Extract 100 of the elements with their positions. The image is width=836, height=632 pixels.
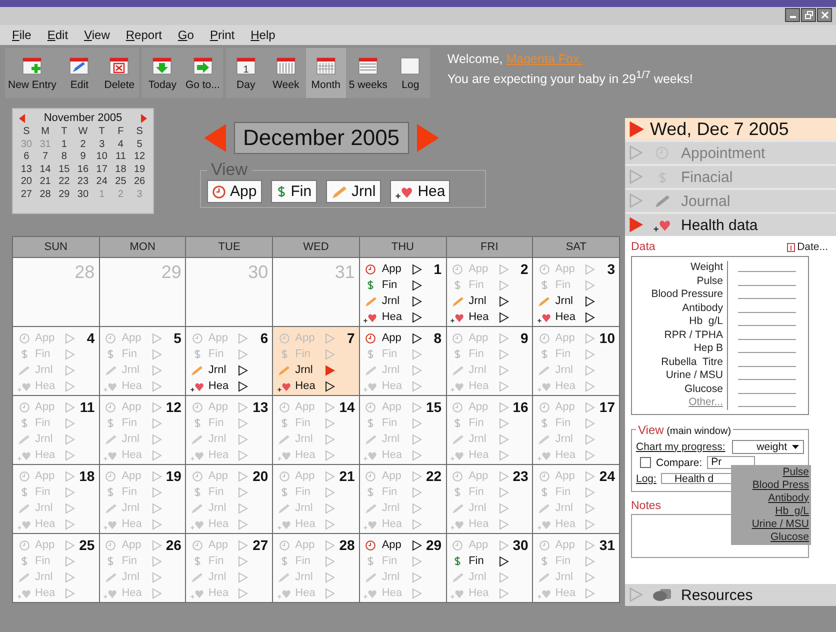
entry-label[interactable]: Fin: [468, 486, 496, 498]
day-cell[interactable]: App Fin Jrnl Hea 29: [360, 534, 446, 602]
entry-label[interactable]: Fin: [208, 486, 236, 498]
day-cell[interactable]: App Fin Jrnl Hea 8: [360, 327, 446, 395]
day-cell[interactable]: 31: [273, 258, 359, 326]
triangle-icon[interactable]: [238, 380, 248, 392]
entry-label[interactable]: Fin: [122, 555, 149, 567]
entry-label[interactable]: App: [122, 332, 149, 344]
entry-label[interactable]: App: [468, 263, 496, 275]
entry-label[interactable]: App: [468, 401, 496, 413]
entry-label[interactable]: Hea: [468, 380, 496, 392]
entry-label[interactable]: Fin: [382, 279, 409, 291]
entry-label[interactable]: Fin: [555, 486, 582, 498]
entry-label[interactable]: Fin: [208, 555, 236, 567]
toolbar-button[interactable]: Today: [142, 48, 182, 98]
next-month-icon[interactable]: [141, 114, 147, 122]
entry-label[interactable]: Fin: [208, 417, 236, 429]
entry-label[interactable]: Fin: [382, 486, 409, 498]
entry-label[interactable]: Hea: [122, 587, 149, 599]
triangle-icon[interactable]: [412, 264, 422, 274]
day-cell[interactable]: App Fin Jrnl Hea 6: [186, 327, 272, 395]
entry-label[interactable]: Jrnl: [382, 433, 409, 445]
entry-label[interactable]: Hea: [35, 380, 62, 392]
entry-label[interactable]: Fin: [35, 555, 62, 567]
toolbar-button[interactable]: Delete: [99, 48, 140, 98]
toolbar-button[interactable]: Week: [266, 48, 306, 98]
day-cell[interactable]: App Fin Jrnl Hea 12: [100, 396, 186, 464]
menu-item[interactable]: Report: [120, 28, 168, 42]
entry-label[interactable]: Jrnl: [295, 433, 322, 445]
entry-label[interactable]: Fin: [555, 348, 582, 360]
entry-label[interactable]: Fin: [295, 486, 322, 498]
triangle-icon[interactable]: [412, 280, 422, 290]
entry-label[interactable]: App: [35, 332, 62, 344]
menu-item[interactable]: Edit: [41, 28, 74, 42]
mini-calendar-day[interactable]: 16: [74, 164, 92, 176]
entry-label[interactable]: Jrnl: [35, 433, 62, 445]
toolbar-button[interactable]: Log: [390, 48, 430, 98]
entry-label[interactable]: Jrnl: [35, 502, 62, 514]
entry-label[interactable]: App: [295, 401, 322, 413]
menu-item[interactable]: Help: [244, 28, 282, 42]
restore-button[interactable]: [801, 8, 816, 22]
day-cell[interactable]: 30: [186, 258, 272, 326]
day-cell[interactable]: App Fin Jrnl Hea 9: [446, 327, 532, 395]
entry-label[interactable]: App: [555, 539, 582, 551]
day-cell[interactable]: App Fin Jrnl Hea 25: [13, 534, 99, 602]
menu-item[interactable]: View: [78, 28, 116, 42]
entry-label[interactable]: Hea: [555, 380, 582, 392]
entry-label[interactable]: Jrnl: [468, 502, 496, 514]
triangle-icon[interactable]: [238, 364, 248, 376]
day-cell[interactable]: App Fin Jrnl Hea 5: [100, 327, 186, 395]
entry-label[interactable]: Hea: [35, 587, 62, 599]
day-cell[interactable]: App Fin Jrnl Hea 28: [273, 534, 359, 602]
entry-label[interactable]: App: [35, 401, 62, 413]
day-cell[interactable]: App Fin Jrnl Hea 30: [446, 534, 532, 602]
entry-label[interactable]: App: [468, 539, 496, 551]
entry-label[interactable]: Hea: [382, 587, 409, 599]
day-cell[interactable]: App Fin Jrnl Hea 31: [533, 534, 619, 602]
entry-label[interactable]: App: [382, 470, 409, 482]
entry-label[interactable]: Hea: [295, 449, 322, 461]
entry-label[interactable]: Hea: [208, 518, 236, 530]
toolbar-button[interactable]: 5 weeks: [346, 48, 390, 98]
entry-label[interactable]: Jrnl: [208, 571, 236, 583]
entry-label[interactable]: Jrnl: [555, 295, 582, 307]
day-cell[interactable]: App Fin Jrnl Hea 16: [446, 396, 532, 464]
triangle-icon[interactable]: [585, 296, 596, 306]
entry-label[interactable]: Fin: [35, 417, 62, 429]
entry-label[interactable]: Hea: [295, 518, 322, 530]
mini-calendar-day[interactable]: 8: [54, 151, 74, 164]
view-filter-button[interactable]: Fin: [270, 180, 317, 203]
entry-label[interactable]: Hea: [382, 380, 409, 392]
entry-label[interactable]: Fin: [468, 348, 496, 360]
entry-label[interactable]: Jrnl: [555, 502, 582, 514]
entry-label[interactable]: Hea: [382, 518, 409, 530]
day-cell[interactable]: App Fin Jrnl Hea 13: [186, 396, 272, 464]
mini-calendar-day[interactable]: 5: [130, 138, 149, 151]
entry-label[interactable]: Jrnl: [468, 571, 496, 583]
entry-label[interactable]: Hea: [35, 449, 62, 461]
toolbar-button[interactable]: Go to...: [182, 48, 223, 98]
entry-label[interactable]: Hea: [555, 518, 582, 530]
day-cell[interactable]: App Fin Jrnl Hea 4: [13, 327, 99, 395]
mini-calendar-day[interactable]: 1: [92, 188, 112, 201]
toolbar-button[interactable]: Edit: [59, 48, 100, 98]
mini-calendar-day[interactable]: 2: [111, 188, 130, 201]
entry-label[interactable]: Jrnl: [35, 364, 62, 376]
mini-calendar-day[interactable]: 21: [36, 176, 55, 188]
entry-label[interactable]: Fin: [35, 348, 62, 360]
entry-label[interactable]: Hea: [122, 518, 149, 530]
mini-calendar-day[interactable]: 13: [17, 164, 36, 176]
chart-dropdown[interactable]: weight: [732, 440, 804, 454]
entry-label[interactable]: Hea: [208, 587, 236, 599]
section-header[interactable]: Appointment: [625, 142, 836, 164]
day-cell[interactable]: App Fin Jrnl Hea 19: [100, 465, 186, 533]
dropdown-option[interactable]: Hb g/L: [775, 504, 809, 518]
entry-label[interactable]: Fin: [122, 417, 149, 429]
entry-label[interactable]: Fin: [555, 555, 582, 567]
mini-calendar-day[interactable]: 6: [17, 151, 36, 164]
entry-label[interactable]: Fin: [35, 486, 62, 498]
menu-item[interactable]: File: [6, 28, 38, 42]
mini-calendar-day[interactable]: 19: [130, 164, 149, 176]
entry-label[interactable]: Hea: [122, 449, 149, 461]
